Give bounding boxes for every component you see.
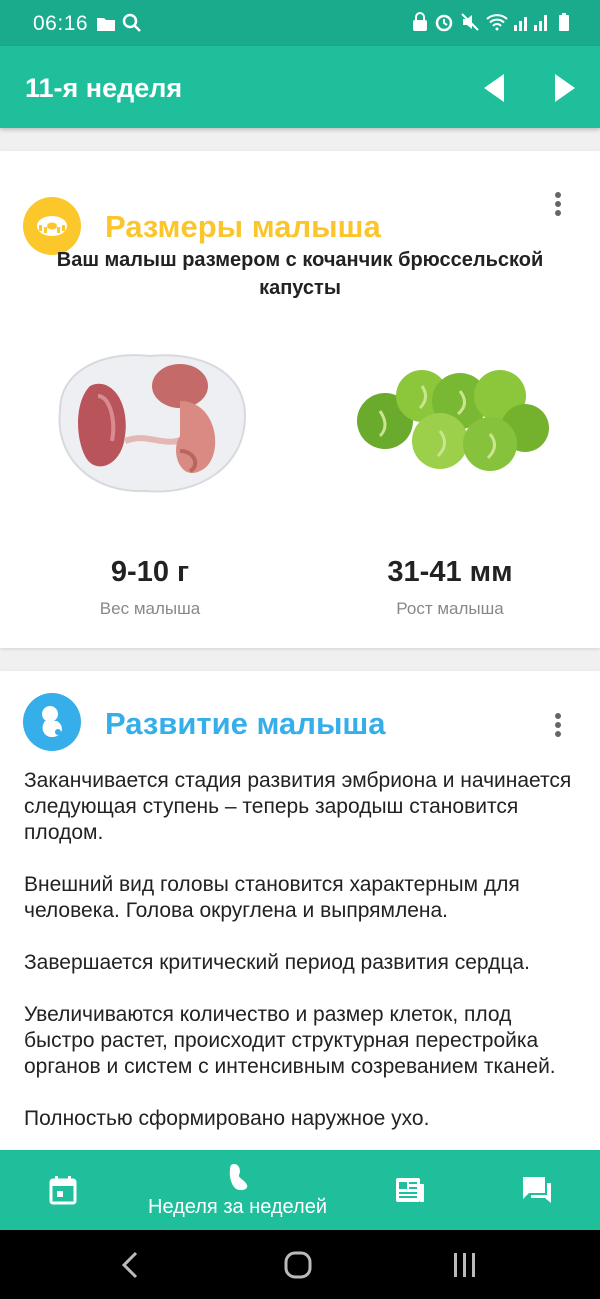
development-card-menu-icon[interactable]	[548, 710, 568, 740]
folder-icon	[97, 18, 115, 31]
wifi-icon	[486, 14, 508, 31]
baby-development-card: Развитие малыша Заканчивается стадия раз…	[0, 671, 600, 1150]
height-label: Рост малыша	[396, 599, 504, 618]
development-paragraph: Внешний вид головы становится характерны…	[24, 873, 520, 922]
status-icons	[412, 12, 570, 32]
size-card-menu-icon[interactable]	[548, 189, 568, 219]
weight-label: Вес малыша	[99, 599, 201, 618]
back-icon[interactable]	[120, 1250, 140, 1280]
baby-icon	[23, 693, 81, 751]
recent-apps-icon[interactable]	[452, 1250, 478, 1280]
development-paragraph: Завершается критический период развития …	[24, 951, 530, 974]
nav-calendar[interactable]	[28, 1150, 98, 1230]
search-icon	[122, 13, 141, 32]
bottom-navigation: Неделя за неделей	[0, 1150, 600, 1230]
lock-icon	[413, 12, 427, 31]
development-paragraph: Увеличиваются количество и размер клеток…	[24, 1003, 556, 1078]
status-bar: 06:16	[0, 0, 600, 46]
development-text: Заканчивается стадия развития эмбриона и…	[24, 768, 579, 1150]
nav-articles[interactable]	[375, 1150, 445, 1230]
signal-icon	[514, 15, 547, 31]
calendar-icon	[49, 1176, 77, 1205]
articles-icon	[396, 1178, 424, 1202]
week-title: 11-я неделя	[25, 73, 183, 103]
development-paragraph: Заканчивается стадия развития эмбриона и…	[24, 769, 572, 844]
height-value: 31-41 мм	[387, 556, 513, 588]
app-bar: 11-я неделя	[0, 46, 600, 128]
embryo-image	[58, 354, 247, 493]
weight-value: 9-10 г	[110, 556, 190, 588]
nav-chat[interactable]	[502, 1150, 572, 1230]
development-paragraph: Полностью сформировано наружное ухо.	[24, 1107, 430, 1130]
chat-icon	[523, 1177, 551, 1203]
system-navigation-bar	[0, 1230, 600, 1299]
brussels-sprouts-image	[357, 370, 549, 471]
home-icon[interactable]	[283, 1250, 313, 1280]
alarm-icon	[435, 14, 453, 32]
height-metric: 31-41 мм Рост малыша	[330, 556, 570, 619]
development-card-title: Развитие малыша	[105, 706, 386, 741]
battery-icon	[559, 13, 569, 31]
nav-week-label: Неделя за неделей	[148, 1195, 327, 1218]
status-time: 06:16	[33, 12, 89, 35]
baby-size-card: Размеры малыша Ваш малыш размером с коча…	[0, 151, 600, 648]
size-card-title: Размеры малыша	[105, 209, 381, 244]
weight-metric: 9-10 г Вес малыша	[30, 556, 270, 619]
size-description: Ваш малыш размером с кочанчик брюссельск…	[56, 249, 544, 299]
arrow-right-icon[interactable]	[553, 73, 577, 103]
content-scroll[interactable]: Размеры малыша Ваш малыш размером с коча…	[0, 128, 600, 1150]
nav-week-by-week[interactable]: Неделя за неделей	[130, 1150, 345, 1230]
mute-icon	[461, 13, 479, 31]
arrow-left-icon[interactable]	[482, 73, 506, 103]
baby-foot-icon	[229, 1163, 247, 1190]
